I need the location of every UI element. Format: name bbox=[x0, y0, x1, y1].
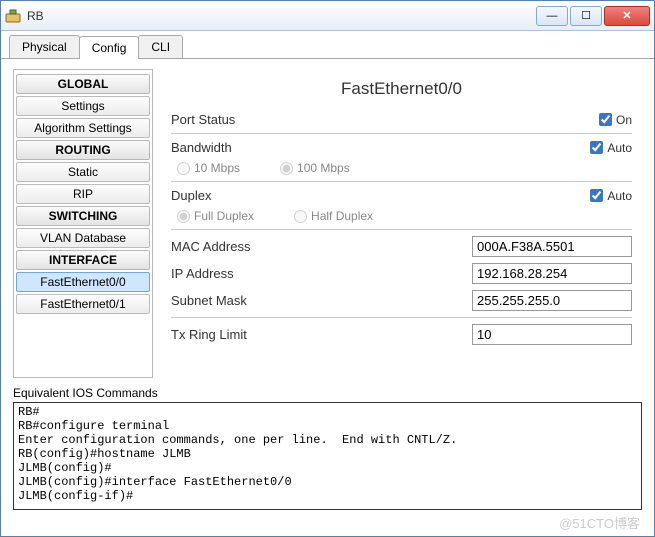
sidebar-item-fastethernet-0-1[interactable]: FastEthernet0/1 bbox=[16, 294, 150, 314]
port-status-row: Port Status On bbox=[171, 109, 632, 130]
section-global: GLOBAL bbox=[16, 74, 150, 94]
bandwidth-100-label: 100 Mbps bbox=[297, 161, 350, 175]
sidebar-item-settings[interactable]: Settings bbox=[16, 96, 150, 116]
bandwidth-100-option[interactable]: 100 Mbps bbox=[280, 161, 350, 175]
bandwidth-row: Bandwidth Auto bbox=[171, 137, 632, 158]
ios-commands-output[interactable]: RB# RB#configure terminal Enter configur… bbox=[13, 402, 642, 510]
sidebar-item-vlan-database[interactable]: VLAN Database bbox=[16, 228, 150, 248]
duplex-auto-checkbox[interactable] bbox=[590, 189, 603, 202]
duplex-half-option[interactable]: Half Duplex bbox=[294, 209, 373, 223]
close-button[interactable]: ✕ bbox=[604, 6, 650, 26]
mask-row: Subnet Mask bbox=[171, 287, 632, 314]
section-interface: INTERFACE bbox=[16, 250, 150, 270]
txring-row: Tx Ring Limit bbox=[171, 321, 632, 348]
minimize-button[interactable]: — bbox=[536, 6, 568, 26]
duplex-row: Duplex Auto bbox=[171, 185, 632, 206]
duplex-full-option[interactable]: Full Duplex bbox=[177, 209, 254, 223]
sidebar-item-static[interactable]: Static bbox=[16, 162, 150, 182]
duplex-auto-label: Auto bbox=[607, 189, 632, 203]
maximize-button[interactable]: ☐ bbox=[570, 6, 602, 26]
separator bbox=[171, 133, 632, 134]
window-title: RB bbox=[27, 9, 536, 23]
txring-label: Tx Ring Limit bbox=[171, 327, 351, 342]
duplex-full-label: Full Duplex bbox=[194, 209, 254, 223]
ip-row: IP Address bbox=[171, 260, 632, 287]
tab-cli[interactable]: CLI bbox=[138, 35, 183, 58]
mask-label: Subnet Mask bbox=[171, 293, 351, 308]
sidebar-item-fastethernet-0-0[interactable]: FastEthernet0/0 bbox=[16, 272, 150, 292]
bandwidth-label: Bandwidth bbox=[171, 140, 291, 155]
port-status-label: Port Status bbox=[171, 112, 291, 127]
mac-label: MAC Address bbox=[171, 239, 351, 254]
watermark: @51CTO博客 bbox=[559, 513, 640, 532]
app-icon bbox=[5, 8, 21, 24]
section-switching: SWITCHING bbox=[16, 206, 150, 226]
ip-input[interactable] bbox=[472, 263, 632, 284]
tab-physical[interactable]: Physical bbox=[9, 35, 80, 58]
titlebar: RB — ☐ ✕ bbox=[1, 1, 654, 31]
txring-input[interactable] bbox=[472, 324, 632, 345]
separator bbox=[171, 229, 632, 230]
mask-input[interactable] bbox=[472, 290, 632, 311]
port-status-on-label: On bbox=[616, 113, 632, 127]
ios-commands-label: Equivalent IOS Commands bbox=[1, 386, 654, 400]
config-body: GLOBAL Settings Algorithm Settings ROUTI… bbox=[1, 59, 654, 384]
section-routing: ROUTING bbox=[16, 140, 150, 160]
sidebar-item-rip[interactable]: RIP bbox=[16, 184, 150, 204]
separator bbox=[171, 181, 632, 182]
bandwidth-auto-checkbox[interactable] bbox=[590, 141, 603, 154]
separator bbox=[171, 317, 632, 318]
window-controls: — ☐ ✕ bbox=[536, 6, 650, 26]
interface-panel: FastEthernet0/0 Port Status On Bandwidth… bbox=[165, 69, 642, 378]
duplex-half-label: Half Duplex bbox=[311, 209, 373, 223]
sidebar-item-algorithm-settings[interactable]: Algorithm Settings bbox=[16, 118, 150, 138]
bandwidth-10-option[interactable]: 10 Mbps bbox=[177, 161, 240, 175]
panel-title: FastEthernet0/0 bbox=[171, 79, 632, 99]
bandwidth-options-row: 10 Mbps 100 Mbps bbox=[171, 158, 632, 178]
tab-config[interactable]: Config bbox=[79, 36, 140, 59]
bandwidth-10-label: 10 Mbps bbox=[194, 161, 240, 175]
config-sidebar[interactable]: GLOBAL Settings Algorithm Settings ROUTI… bbox=[13, 69, 153, 378]
mac-row: MAC Address bbox=[171, 233, 632, 260]
bandwidth-auto-label: Auto bbox=[607, 141, 632, 155]
duplex-label: Duplex bbox=[171, 188, 291, 203]
ip-label: IP Address bbox=[171, 266, 351, 281]
port-status-checkbox[interactable] bbox=[599, 113, 612, 126]
tab-bar: Physical Config CLI bbox=[1, 31, 654, 59]
duplex-options-row: Full Duplex Half Duplex bbox=[171, 206, 632, 226]
mac-input[interactable] bbox=[472, 236, 632, 257]
app-window: RB — ☐ ✕ Physical Config CLI GLOBAL Sett… bbox=[0, 0, 655, 537]
